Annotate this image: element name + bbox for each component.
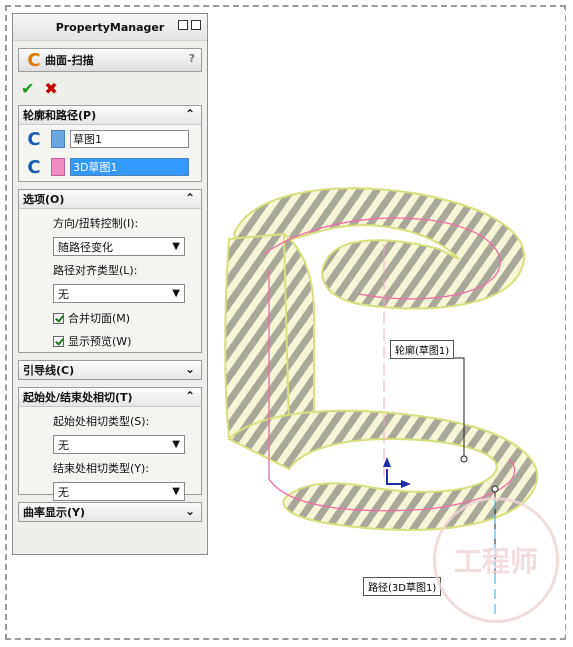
profile-point — [460, 455, 468, 463]
graphics-viewport[interactable]: 轮廓(草图1) 路径(3D草图1) 工程师 — [209, 9, 565, 637]
end-tangency-label: 结束处相切类型(Y): — [53, 462, 150, 475]
tangency-header[interactable]: 起始处/结束处相切(T) ⌃ — [19, 388, 201, 407]
chevron-down-icon: ▼ — [172, 439, 180, 450]
property-manager-title: PropertyManager — [55, 20, 165, 34]
start-tangency-value: 无 — [58, 438, 69, 452]
profile-icon: C — [27, 128, 41, 150]
path-color-swatch — [51, 158, 65, 176]
merge-checkbox-row[interactable]: 合并切面(M) — [53, 310, 201, 326]
origin-icon — [386, 469, 401, 485]
end-tangency-value: 无 — [58, 485, 69, 499]
collapse-icon[interactable]: ⌃ — [185, 107, 195, 121]
property-manager: PropertyManager C 曲面-扫描 ? ✔ ✖ 轮廓和路径(P) ⌃… — [12, 13, 208, 555]
options-group: 选项(O) ⌃ 方向/扭转控制(I): 随路径变化 ▼ 路径对齐类型(L): 无… — [18, 189, 202, 353]
inner-wall-face — [282, 231, 315, 430]
path-align-label: 路径对齐类型(L): — [53, 264, 138, 277]
options-title: 选项(O) — [23, 193, 65, 206]
path-align-value: 无 — [58, 287, 69, 301]
path-point — [491, 485, 499, 493]
header-controls — [178, 20, 201, 30]
profile-color-swatch — [51, 130, 65, 148]
options-header[interactable]: 选项(O) ⌃ — [19, 190, 201, 209]
property-manager-header: PropertyManager — [13, 14, 207, 41]
preview-checkbox[interactable] — [53, 335, 64, 347]
merge-label: 合并切面(M) — [68, 312, 131, 325]
cancel-button[interactable]: ✖ — [44, 79, 57, 98]
start-tangency-dropdown[interactable]: 无 ▼ — [53, 435, 185, 454]
surface-sweep-icon: C — [27, 49, 41, 71]
menu-icon[interactable] — [178, 20, 188, 30]
path-align-dropdown[interactable]: 无 ▼ — [53, 284, 185, 303]
ok-button[interactable]: ✔ — [21, 79, 34, 98]
guides-group: 引导线(C) ⌄ — [18, 360, 202, 380]
path-annotation: 路径(3D草图1) — [363, 577, 442, 596]
preview-label: 显示预览(W) — [68, 335, 132, 348]
path-icon: C — [27, 156, 41, 178]
preview-checkbox-row[interactable]: 显示预览(W) — [53, 333, 201, 349]
chevron-down-icon: ▼ — [172, 241, 180, 252]
path-selection-box[interactable]: 3D草图1 — [70, 158, 189, 176]
guides-header[interactable]: 引导线(C) ⌄ — [19, 361, 201, 379]
tangency-group: 起始处/结束处相切(T) ⌃ 起始处相切类型(S): 无 ▼ 结束处相切类型(Y… — [18, 387, 202, 501]
guides-title: 引导线(C) — [23, 364, 75, 377]
profile-path-group: 轮廓和路径(P) ⌃ C 草图1 C 3D草图1 — [18, 105, 202, 182]
help-icon[interactable]: ? — [189, 52, 195, 65]
chevron-down-icon: ▼ — [172, 486, 180, 497]
direction-dropdown[interactable]: 随路径变化 ▼ — [53, 237, 185, 256]
side-wall-face — [224, 232, 291, 441]
merge-checkbox[interactable] — [53, 312, 64, 324]
expand-icon[interactable]: ⌄ — [185, 362, 195, 376]
tangency-collapse-icon[interactable]: ⌃ — [185, 389, 195, 403]
action-buttons: ✔ ✖ — [21, 79, 207, 98]
profile-selection-box[interactable]: 草图1 — [70, 130, 189, 148]
feature-title: 曲面-扫描 — [45, 54, 94, 67]
curvature-expand-icon[interactable]: ⌄ — [185, 504, 195, 518]
direction-label: 方向/扭转控制(I): — [53, 217, 139, 230]
tangency-title: 起始处/结束处相切(T) — [23, 391, 133, 404]
chevron-down-icon: ▼ — [172, 288, 180, 299]
path-row: C 3D草图1 — [19, 153, 201, 181]
watermark: 工程师 — [433, 497, 559, 623]
direction-value: 随路径变化 — [58, 240, 113, 254]
curvature-group: 曲率显示(Y) ⌄ — [18, 502, 202, 522]
feature-title-bar: C 曲面-扫描 ? — [18, 48, 202, 72]
curvature-title: 曲率显示(Y) — [23, 506, 86, 519]
curvature-header[interactable]: 曲率显示(Y) ⌄ — [19, 503, 201, 521]
end-tangency-dropdown[interactable]: 无 ▼ — [53, 482, 185, 501]
options-collapse-icon[interactable]: ⌃ — [185, 191, 195, 205]
profile-path-title: 轮廓和路径(P) — [23, 109, 97, 122]
pin-icon[interactable] — [191, 20, 201, 30]
profile-path-header[interactable]: 轮廓和路径(P) ⌃ — [19, 106, 201, 125]
start-tangency-label: 起始处相切类型(S): — [53, 415, 150, 428]
profile-row: C 草图1 — [19, 125, 201, 153]
profile-annotation: 轮廓(草图1) — [390, 340, 455, 359]
origin-arrow-right-icon — [401, 480, 411, 488]
